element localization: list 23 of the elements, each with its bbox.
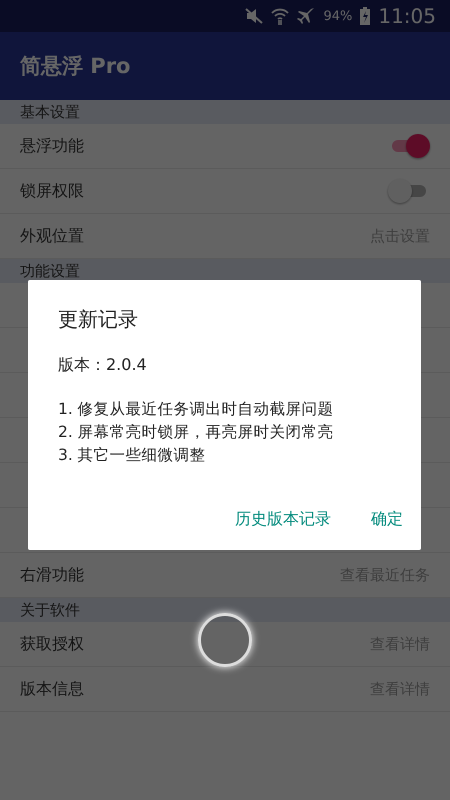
setting-label: 锁屏权限: [20, 180, 84, 202]
floating-ball[interactable]: [198, 613, 252, 667]
airplane-icon: [297, 7, 316, 25]
setting-label: 版本信息: [20, 678, 84, 700]
setting-label: 右滑功能: [20, 564, 84, 586]
dialog-button[interactable]: 确定: [363, 503, 411, 536]
dialog-title: 更新记录: [58, 306, 139, 333]
dialog-button[interactable]: 历史版本记录: [227, 503, 339, 536]
app-title: 简悬浮 Pro: [20, 53, 130, 80]
wifi-icon: [271, 7, 290, 25]
changelog-item: 1. 修复从最近任务调出时自动截屏问题: [58, 399, 335, 420]
mute-icon: [245, 8, 264, 24]
section-header: 基本设置: [0, 100, 450, 124]
setting-label: 悬浮功能: [20, 136, 84, 156]
battery-percentage: 94%: [323, 8, 352, 24]
setting-label: 获取授权: [20, 634, 84, 654]
battery-charging-icon: [360, 7, 370, 25]
changelog-item: 3. 其它一些细微调整: [58, 445, 207, 466]
setting-label: 外观位置: [20, 226, 84, 246]
version-text: 版本：2.0.4: [58, 355, 148, 376]
changelog-item: 2. 屏幕常亮时锁屏，再亮屏时关闭常亮: [58, 422, 335, 443]
section-header: 关于软件: [0, 598, 450, 622]
clock: 11:05: [378, 4, 436, 28]
